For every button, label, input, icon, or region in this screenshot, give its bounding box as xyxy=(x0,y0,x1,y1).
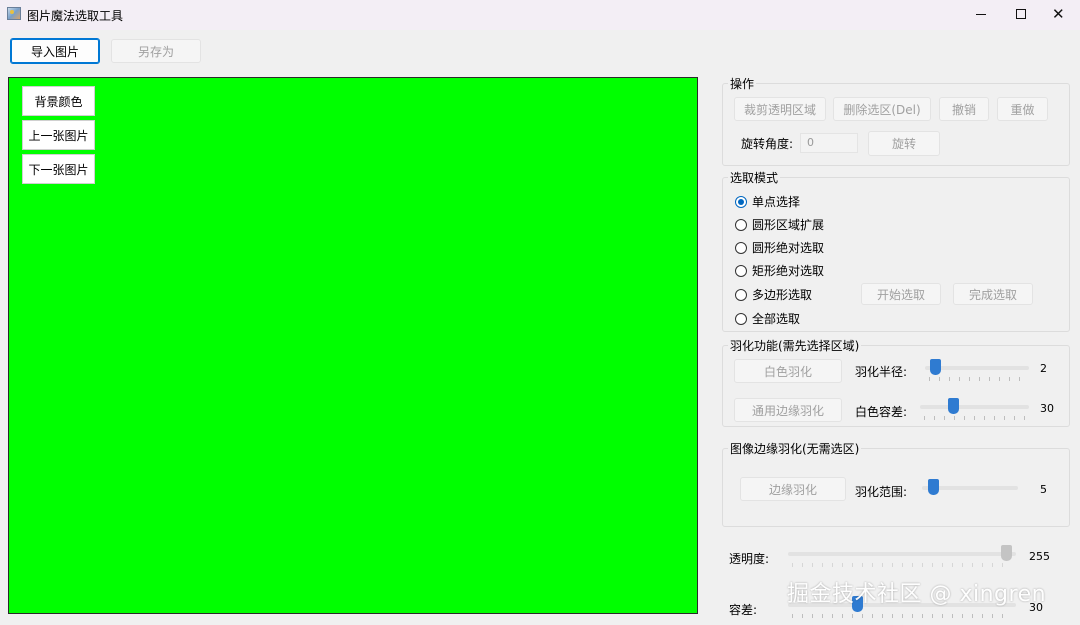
maximize-icon[interactable] xyxy=(1016,9,1026,19)
edge-feather-general-button[interactable]: 通用边缘羽化 xyxy=(734,398,842,422)
radio-button[interactable] xyxy=(735,312,747,325)
radio-label: 圆形区域扩展 xyxy=(752,218,825,232)
opacity-slider[interactable] xyxy=(788,545,1016,567)
radio-button[interactable] xyxy=(735,218,747,231)
crop-transparent-button[interactable]: 裁剪透明区域 xyxy=(734,97,826,121)
slider-ticks xyxy=(929,377,1025,381)
slider-track xyxy=(920,405,1029,409)
radio-select-all[interactable]: 全部选取 xyxy=(735,310,800,327)
image-canvas[interactable]: 背景颜色 上一张图片 下一张图片 xyxy=(8,77,698,614)
opacity-value: 255 xyxy=(1029,550,1050,563)
minimize-icon[interactable] xyxy=(976,14,986,15)
rotate-button[interactable]: 旋转 xyxy=(868,131,940,156)
white-feather-button[interactable]: 白色羽化 xyxy=(734,359,842,383)
edge-feather-title: 图像边缘羽化(无需选区) xyxy=(728,440,862,457)
edge-feather-button[interactable]: 边缘羽化 xyxy=(740,477,846,501)
slider-ticks xyxy=(924,416,1025,420)
rotate-angle-label: 旋转角度: xyxy=(741,137,794,151)
radio-single-point[interactable]: 单点选择 xyxy=(735,193,800,210)
previous-image-button[interactable]: 上一张图片 xyxy=(22,120,95,150)
slider-thumb[interactable] xyxy=(930,359,941,375)
window-title: 图片魔法选取工具 xyxy=(27,9,124,23)
slider-ticks xyxy=(792,614,1012,618)
radio-label: 单点选择 xyxy=(752,195,801,209)
slider-thumb[interactable] xyxy=(1001,545,1012,561)
feather-range-value: 5 xyxy=(1040,483,1047,496)
operations-title: 操作 xyxy=(728,75,757,92)
white-tolerance-slider[interactable] xyxy=(920,398,1029,420)
slider-thumb[interactable] xyxy=(948,398,959,414)
import-image-button[interactable]: 导入图片 xyxy=(10,38,100,64)
radio-button[interactable] xyxy=(735,241,747,254)
title-bar: 图片魔法选取工具 ✕ xyxy=(0,0,1080,30)
watermark-text: 掘金技术社区 @ xingren xyxy=(787,582,1047,607)
white-tolerance-label: 白色容差: xyxy=(855,405,908,419)
rotate-angle-input[interactable]: 0 xyxy=(800,133,858,153)
radio-circle-absolute[interactable]: 圆形绝对选取 xyxy=(735,239,824,256)
opacity-label: 透明度: xyxy=(729,552,770,566)
finish-selection-button[interactable]: 完成选取 xyxy=(953,283,1033,305)
slider-track xyxy=(788,552,1016,556)
redo-button[interactable]: 重做 xyxy=(997,97,1048,121)
feather-range-slider[interactable] xyxy=(922,479,1018,499)
white-tolerance-value: 30 xyxy=(1040,402,1054,415)
radio-button[interactable] xyxy=(735,288,747,301)
feather-radius-label: 羽化半径: xyxy=(855,365,908,379)
feather-range-label: 羽化范围: xyxy=(855,485,908,499)
close-icon[interactable]: ✕ xyxy=(1052,5,1065,23)
tolerance-label: 容差: xyxy=(729,603,758,617)
next-image-button[interactable]: 下一张图片 xyxy=(22,154,95,184)
radio-rect-absolute[interactable]: 矩形绝对选取 xyxy=(735,262,824,279)
start-selection-button[interactable]: 开始选取 xyxy=(861,283,941,305)
save-as-button[interactable]: 另存为 xyxy=(111,39,201,63)
feather-title: 羽化功能(需先选择区域) xyxy=(728,337,862,354)
radio-button[interactable] xyxy=(735,264,747,277)
radio-circle-expand[interactable]: 圆形区域扩展 xyxy=(735,216,824,233)
radio-label: 多边形选取 xyxy=(752,288,813,302)
radio-label: 矩形绝对选取 xyxy=(752,264,825,278)
delete-selection-button[interactable]: 删除选区(Del) xyxy=(833,97,931,121)
feather-radius-value: 2 xyxy=(1040,362,1047,375)
radio-button[interactable] xyxy=(735,195,747,208)
radio-label: 全部选取 xyxy=(752,312,801,326)
undo-button[interactable]: 撤销 xyxy=(939,97,989,121)
feather-radius-slider[interactable] xyxy=(925,359,1029,381)
slider-ticks xyxy=(792,563,1012,567)
radio-label: 圆形绝对选取 xyxy=(752,241,825,255)
selection-mode-title: 选取模式 xyxy=(728,169,781,186)
radio-polygon[interactable]: 多边形选取 xyxy=(735,286,812,303)
app-icon xyxy=(7,7,21,20)
background-color-button[interactable]: 背景颜色 xyxy=(22,86,95,116)
slider-thumb[interactable] xyxy=(928,479,939,495)
